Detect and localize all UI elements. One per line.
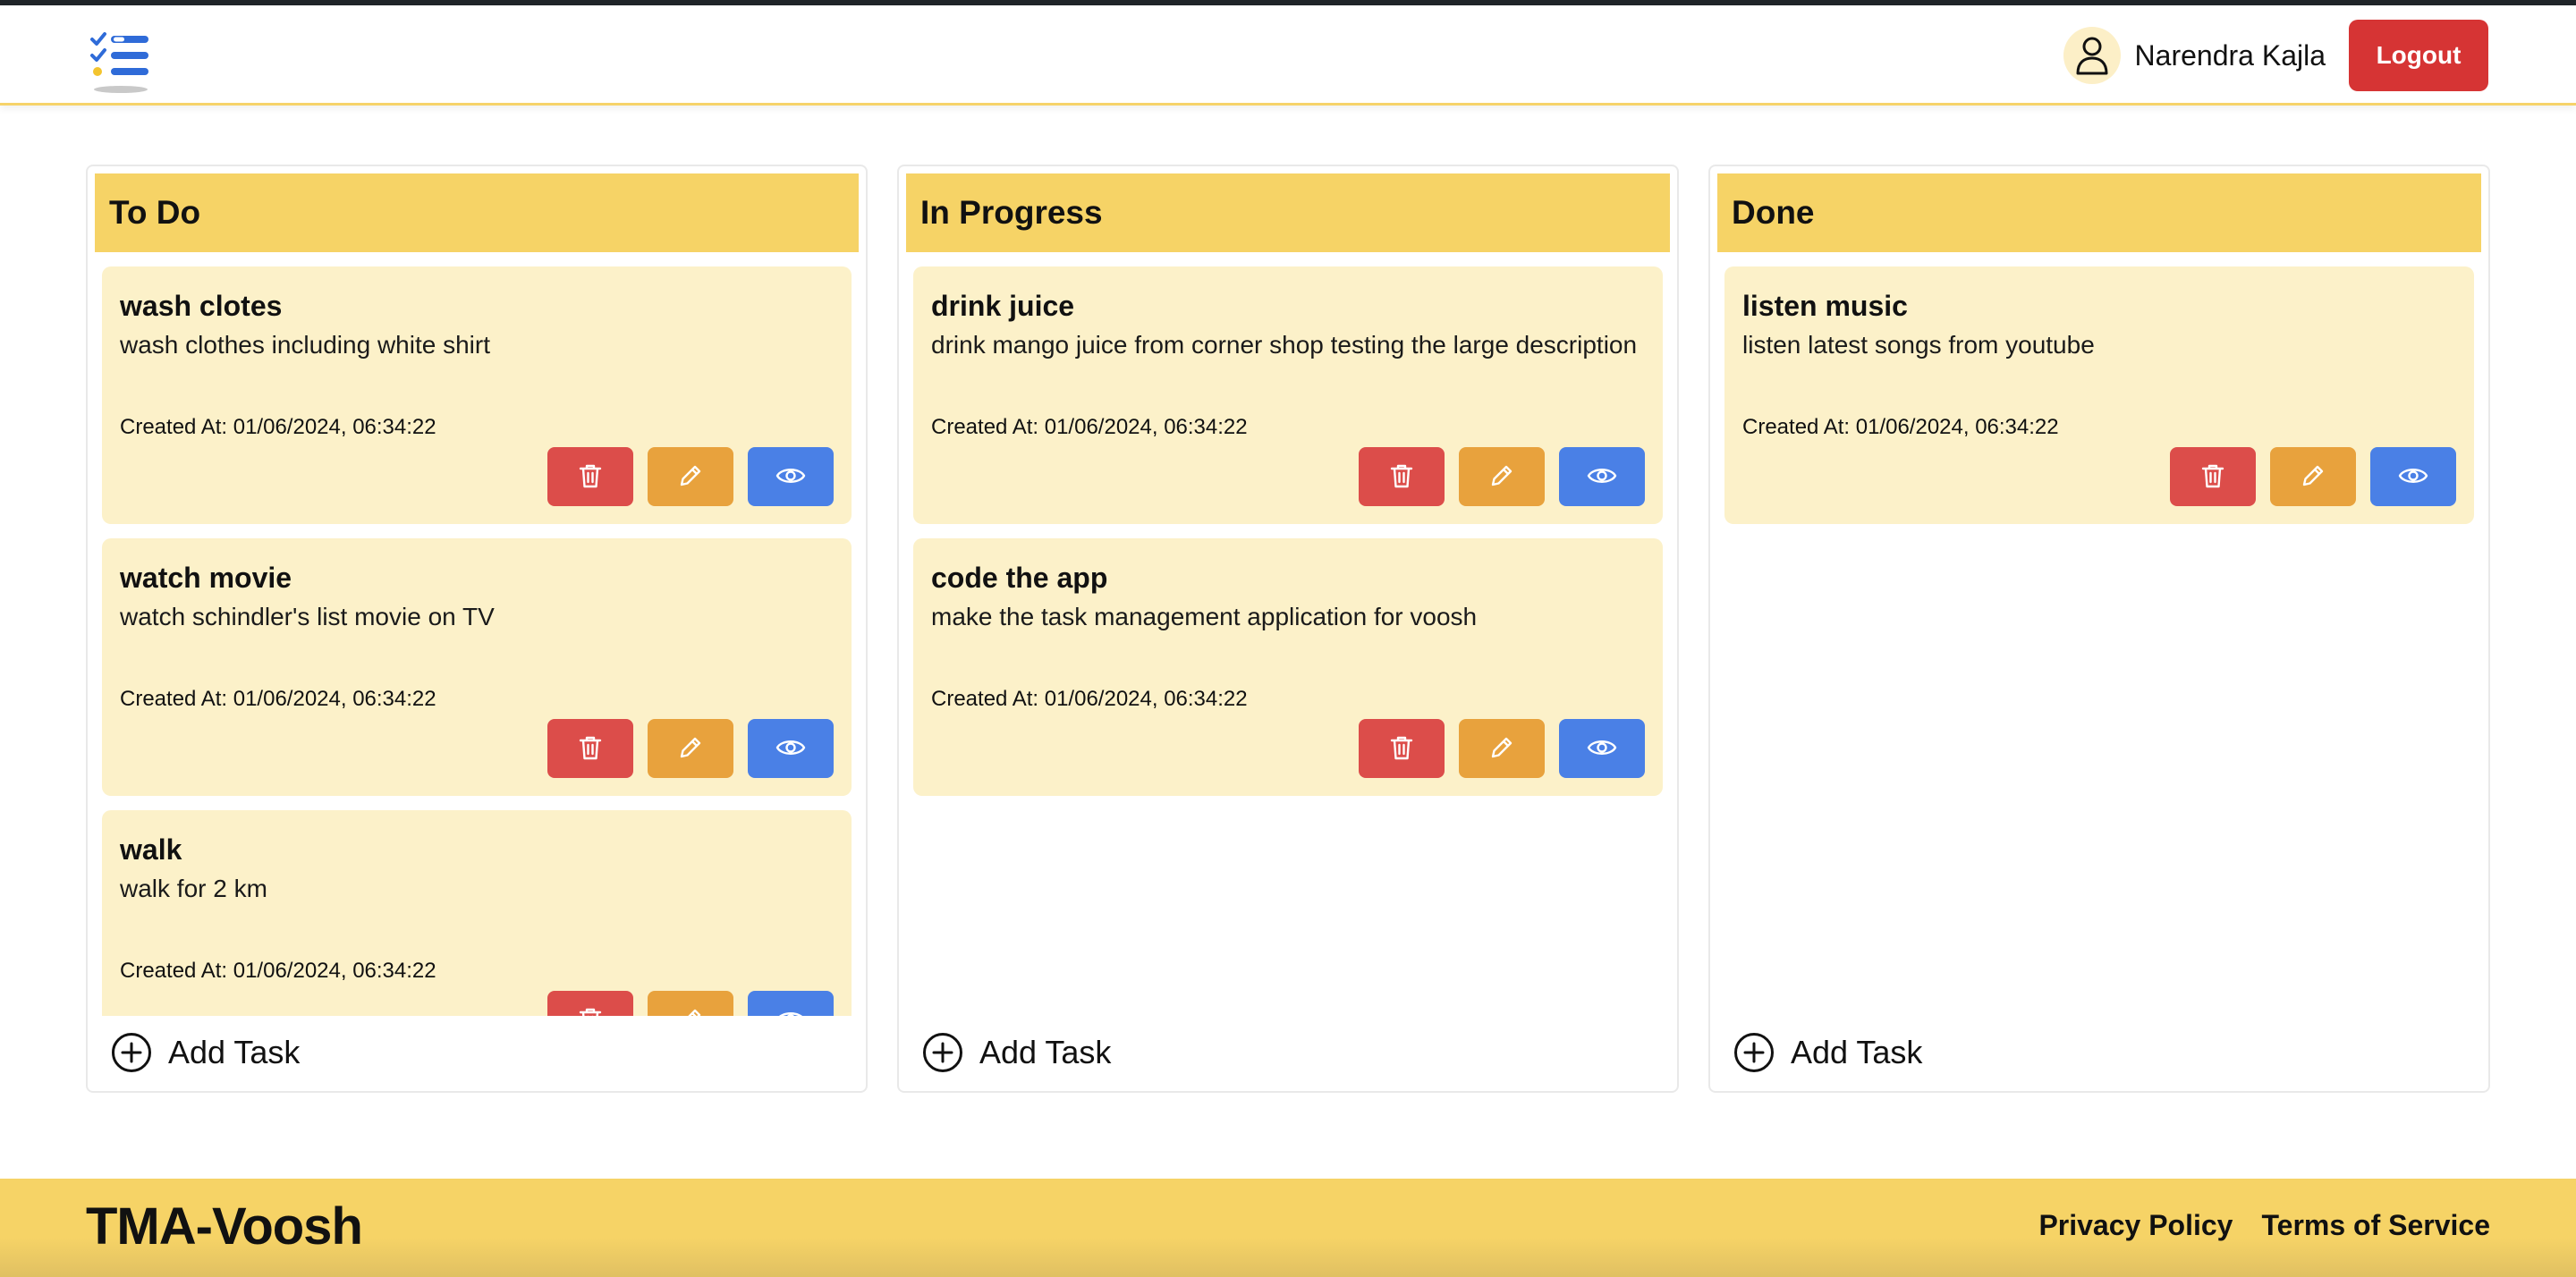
task-created-at: Created At: 01/06/2024, 06:34:22 [120,415,436,439]
task-list[interactable]: drink juice drink mango juice from corne… [913,266,1663,1016]
task-description: walk for 2 km [120,875,267,902]
eye-icon [2398,465,2428,489]
task-card[interactable]: drink juice drink mango juice from corne… [913,266,1663,524]
task-actions [2156,447,2456,506]
column-done: Done listen music listen latest songs fr… [1708,165,2490,1093]
view-button[interactable] [748,719,834,778]
column-title: Done [1717,173,2481,252]
user-area: Narendra Kajla Logout [2063,20,2488,91]
column-in-progress: In Progress drink juice drink mango juic… [897,165,1679,1093]
pencil-icon [677,734,704,764]
add-task-button[interactable]: Add Task [111,1030,300,1075]
view-button[interactable] [1559,447,1645,506]
delete-button[interactable] [2170,447,2256,506]
pencil-icon [1488,734,1515,764]
add-task-label: Add Task [168,1034,301,1070]
pencil-icon [677,1006,704,1016]
delete-button[interactable] [1359,447,1445,506]
delete-button[interactable] [547,991,633,1016]
view-button[interactable] [748,991,834,1016]
task-card[interactable]: code the app make the task management ap… [913,538,1663,796]
task-card[interactable]: watch movie watch schindler's list movie… [102,538,852,796]
task-created-at: Created At: 01/06/2024, 06:34:22 [1742,415,2059,439]
plus-circle-icon [922,1032,963,1073]
edit-button[interactable] [648,991,733,1016]
task-created-at: Created At: 01/06/2024, 06:34:22 [120,959,436,983]
trash-icon [1389,734,1414,764]
column-todo: To Do wash clotes wash clothes including… [86,165,868,1093]
view-button[interactable] [1559,719,1645,778]
task-description: wash clothes including white shirt [120,331,490,359]
task-title: walk [120,833,182,866]
plus-circle-icon [111,1032,152,1073]
user-name: Narendra Kajla [2134,38,2326,72]
task-actions [533,719,834,778]
add-task-label: Add Task [1791,1034,1923,1070]
task-list[interactable]: wash clotes wash clothes including white… [102,266,852,1016]
task-actions [1344,447,1645,506]
add-task-button[interactable]: Add Task [1733,1030,1922,1075]
app-header: Narendra Kajla Logout [0,5,2576,106]
add-task-button[interactable]: Add Task [922,1030,1111,1075]
delete-button[interactable] [547,447,633,506]
terms-of-service-link[interactable]: Terms of Service [2261,1209,2490,1242]
task-card[interactable]: listen music listen latest songs from yo… [1724,266,2474,524]
task-description: listen latest songs from youtube [1742,331,2095,359]
trash-icon [1389,462,1414,492]
pencil-icon [677,462,704,492]
task-title: code the app [931,562,1108,594]
task-created-at: Created At: 01/06/2024, 06:34:22 [931,687,1248,711]
edit-button[interactable] [648,447,733,506]
edit-button[interactable] [2270,447,2356,506]
edit-button[interactable] [1459,719,1545,778]
pencil-icon [2300,462,2326,492]
trash-icon [2200,462,2225,492]
delete-button[interactable] [1359,719,1445,778]
user-icon [2063,27,2121,84]
task-card[interactable]: walk walk for 2 km Created At: 01/06/202… [102,810,852,1016]
task-title: wash clotes [120,290,283,322]
task-created-at: Created At: 01/06/2024, 06:34:22 [120,687,436,711]
task-list[interactable]: listen music listen latest songs from yo… [1724,266,2474,1016]
column-title: In Progress [906,173,1670,252]
app-footer: TMA-Voosh Privacy Policy Terms of Servic… [0,1179,2576,1277]
view-button[interactable] [2370,447,2456,506]
task-title: drink juice [931,290,1075,322]
task-card[interactable]: wash clotes wash clothes including white… [102,266,852,524]
trash-icon [578,462,603,492]
edit-button[interactable] [648,719,733,778]
trash-icon [578,1006,603,1016]
task-description: drink mango juice from corner shop testi… [931,331,1638,359]
privacy-policy-link[interactable]: Privacy Policy [2038,1209,2233,1242]
add-task-label: Add Task [979,1034,1112,1070]
eye-icon [775,737,806,761]
task-created-at: Created At: 01/06/2024, 06:34:22 [931,415,1248,439]
task-title: watch movie [120,562,292,594]
plus-circle-icon [1733,1032,1775,1073]
eye-icon [775,465,806,489]
pencil-icon [1488,462,1515,492]
eye-icon [775,1009,806,1016]
task-actions [1344,719,1645,778]
task-description: watch schindler's list movie on TV [120,603,495,630]
logout-button[interactable]: Logout [2349,20,2488,91]
eye-icon [1587,737,1617,761]
task-actions [533,991,834,1016]
checklist-logo-icon[interactable] [89,29,152,97]
trash-icon [578,734,603,764]
task-description: make the task management application for… [931,603,1478,630]
column-title: To Do [95,173,859,252]
eye-icon [1587,465,1617,489]
task-actions [533,447,834,506]
task-title: listen music [1742,290,1908,322]
view-button[interactable] [748,447,834,506]
delete-button[interactable] [547,719,633,778]
footer-brand: TMA-Voosh [86,1197,363,1256]
edit-button[interactable] [1459,447,1545,506]
footer-links: Privacy Policy Terms of Service [2010,1209,2490,1242]
